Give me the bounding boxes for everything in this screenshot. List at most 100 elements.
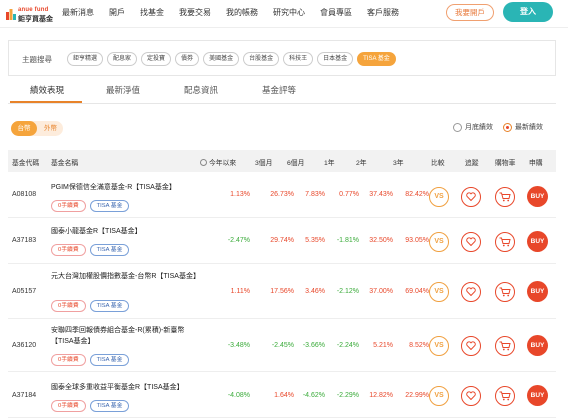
col-cart: 購物車 bbox=[495, 160, 516, 167]
perf-y1: -1.81% bbox=[336, 237, 359, 244]
table-row: A36120 安聯四季回報債券組合基金-R(累積)-新臺幣【TISA基金】 0手續費… bbox=[8, 319, 556, 372]
performance-period-radios: 月底績效 最新績效 bbox=[453, 122, 553, 132]
topic-search-panel: 主題搜尋 鉅亨精選 配息家 定投寶 債券 美國基金 台股基金 科技王 日本基金 … bbox=[8, 40, 556, 76]
col-ytd-label: 今年以來 bbox=[209, 160, 237, 167]
col-3m[interactable]: 3個月 bbox=[255, 157, 272, 167]
content-tabs: 績效表現 最新淨值 配息資訊 基金評等 bbox=[8, 78, 556, 104]
buy-button[interactable]: BUY bbox=[527, 186, 548, 207]
table-row: A05157 元大台灣加權股價指數基金-台幣R【TISA基金】 0手續費 TISA 基… bbox=[8, 264, 556, 319]
login-button[interactable]: 登入 bbox=[503, 2, 553, 22]
buy-button[interactable]: BUY bbox=[527, 231, 548, 252]
heart-icon[interactable] bbox=[461, 386, 481, 406]
col-3y[interactable]: 3年 bbox=[393, 157, 404, 167]
heart-icon[interactable] bbox=[461, 232, 481, 252]
open-account-button[interactable]: 我要開戶 bbox=[446, 4, 494, 21]
buy-button[interactable]: BUY bbox=[527, 385, 548, 406]
buy-button[interactable]: BUY bbox=[527, 335, 548, 356]
fund-name-link[interactable]: 國泰小龍基金R【TISA基金】 bbox=[51, 226, 201, 237]
fund-badges: 0手續費 TISA 基金 bbox=[51, 244, 130, 256]
active-tab-indicator bbox=[10, 101, 82, 103]
tab-dividend[interactable]: 配息資訊 bbox=[184, 84, 218, 96]
perf-y3: 93.05% bbox=[405, 237, 429, 244]
fund-name-link[interactable]: 國泰全球多重收益平衡基金R【TISA基金】 bbox=[51, 382, 201, 393]
fund-code: A05157 bbox=[12, 288, 37, 295]
perf-y2: 12.82% bbox=[369, 392, 393, 399]
perf-y1: 0.77% bbox=[339, 191, 359, 198]
col-name: 基金名稱 bbox=[51, 160, 79, 167]
logo[interactable]: anue fund 鉅亨買基金 bbox=[6, 6, 56, 24]
perf-m3: 1.64% bbox=[274, 392, 294, 399]
radio-latest-label: 最新績效 bbox=[515, 124, 543, 131]
zero-fee-badge: 0手續費 bbox=[51, 300, 86, 312]
perf-y1: -2.29% bbox=[336, 392, 359, 399]
tab-performance[interactable]: 績效表現 bbox=[30, 84, 64, 96]
fund-name-link[interactable]: 元大台灣加權股價指數基金-台幣R【TISA基金】 bbox=[51, 271, 201, 282]
topic-tags: 鉅亨精選 配息家 定投寶 債券 美國基金 台股基金 科技王 日本基金 TISA … bbox=[67, 52, 400, 66]
cart-icon[interactable] bbox=[495, 282, 515, 302]
perf-ytd: 1.13% bbox=[230, 191, 250, 198]
logo-text-top: anue fund bbox=[18, 7, 49, 13]
topic-tag[interactable]: 日本基金 bbox=[317, 52, 354, 66]
nav-research[interactable]: 研究中心 bbox=[273, 7, 305, 18]
nav-find-fund[interactable]: 找基金 bbox=[140, 7, 164, 18]
compare-icon[interactable]: VS bbox=[429, 336, 449, 356]
table-header: 基金代碼 基金名稱 今年以來 3個月 6個月 1年 2年 3年 比較 追蹤 購物… bbox=[8, 150, 556, 172]
cart-icon[interactable] bbox=[495, 336, 515, 356]
zero-fee-badge: 0手續費 bbox=[51, 244, 86, 256]
topic-tag[interactable]: 鉅亨精選 bbox=[67, 52, 104, 66]
topic-tag[interactable]: 台股基金 bbox=[243, 52, 280, 66]
nav-open-account[interactable]: 開戶 bbox=[109, 7, 125, 18]
perf-y3: 8.52% bbox=[409, 342, 429, 349]
compare-icon[interactable]: VS bbox=[429, 232, 449, 252]
nav-service[interactable]: 客戶服務 bbox=[367, 7, 399, 18]
compare-icon[interactable]: VS bbox=[429, 187, 449, 207]
col-6m[interactable]: 6個月 bbox=[287, 157, 304, 167]
perf-y2: 37.43% bbox=[369, 191, 393, 198]
compare-icon[interactable]: VS bbox=[429, 386, 449, 406]
zero-fee-badge: 0手續費 bbox=[51, 200, 86, 212]
fund-badges: 0手續費 TISA 基金 bbox=[51, 300, 130, 312]
cart-icon[interactable] bbox=[495, 232, 515, 252]
currency-switch[interactable]: 台幣 外幣 bbox=[11, 121, 63, 136]
heart-icon[interactable] bbox=[461, 282, 481, 302]
tab-latest-nav[interactable]: 最新淨值 bbox=[106, 84, 140, 96]
topic-tag[interactable]: 科技王 bbox=[283, 52, 314, 66]
radio-month-end[interactable] bbox=[453, 122, 462, 132]
col-1y[interactable]: 1年 bbox=[324, 157, 335, 167]
currency-twd-option[interactable]: 台幣 bbox=[11, 121, 37, 136]
nav-member[interactable]: 會員專區 bbox=[320, 7, 352, 18]
perf-m3: -2.45% bbox=[271, 342, 294, 349]
currency-foreign-option[interactable]: 外幣 bbox=[38, 121, 63, 136]
perf-y1: -2.24% bbox=[336, 342, 359, 349]
logo-icon bbox=[6, 9, 16, 20]
buy-button[interactable]: BUY bbox=[527, 281, 548, 302]
nav-my-account[interactable]: 我的帳務 bbox=[226, 7, 258, 18]
compare-icon[interactable]: VS bbox=[429, 282, 449, 302]
col-ytd[interactable]: 今年以來 bbox=[200, 157, 236, 167]
topic-tag[interactable]: 債券 bbox=[175, 52, 200, 66]
topic-tag[interactable]: 定投寶 bbox=[141, 52, 172, 66]
tab-rating[interactable]: 基金評等 bbox=[262, 84, 296, 96]
topic-tag[interactable]: 美國基金 bbox=[203, 52, 240, 66]
col-2y[interactable]: 2年 bbox=[356, 157, 367, 167]
table-row: A37183 國泰小龍基金R【TISA基金】 0手續費 TISA 基金 -2.47% 29… bbox=[8, 218, 556, 264]
radio-latest[interactable] bbox=[503, 122, 512, 132]
cart-icon[interactable] bbox=[495, 187, 515, 207]
topic-tag-active[interactable]: TISA 基金 bbox=[357, 52, 396, 66]
table-row: A08108 PGIM保德信全滿意基金-R【TISA基金】 0手續費 TISA 基金 1… bbox=[8, 172, 556, 218]
perf-y3: 82.42% bbox=[405, 191, 429, 198]
tisa-badge: TISA 基金 bbox=[89, 400, 130, 412]
topic-search-label: 主題搜尋 bbox=[22, 55, 52, 64]
nav-news[interactable]: 最新消息 bbox=[62, 7, 94, 18]
perf-m3: 17.56% bbox=[270, 288, 294, 295]
tisa-badge: TISA 基金 bbox=[89, 300, 130, 312]
fund-name-link[interactable]: 安聯四季回報債券組合基金-R(累積)-新臺幣【TISA基金】 bbox=[51, 325, 201, 347]
perf-y2: 32.50% bbox=[369, 237, 393, 244]
cart-icon[interactable] bbox=[495, 386, 515, 406]
topic-tag[interactable]: 配息家 bbox=[107, 52, 138, 66]
nav-trade[interactable]: 我要交易 bbox=[179, 7, 211, 18]
heart-icon[interactable] bbox=[461, 187, 481, 207]
heart-icon[interactable] bbox=[461, 336, 481, 356]
logo-text-bottom: 鉅亨買基金 bbox=[18, 16, 53, 23]
fund-name-link[interactable]: PGIM保德信全滿意基金-R【TISA基金】 bbox=[51, 182, 201, 193]
